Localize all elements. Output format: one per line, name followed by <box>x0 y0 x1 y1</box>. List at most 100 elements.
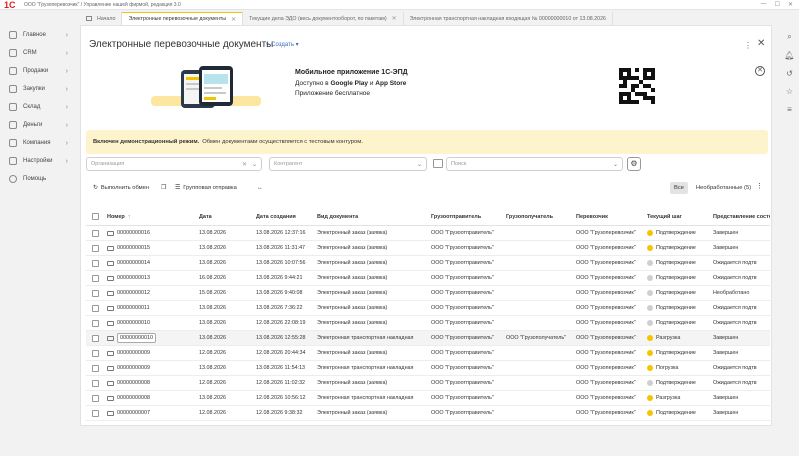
group-send-button[interactable]: ☰ Групповая отправка <box>175 182 237 194</box>
table-row[interactable]: 00000000014 13.08.2026 13.08.2026 10:07:56… <box>86 256 770 271</box>
sidebar-item-company[interactable]: Компания › <box>0 134 80 152</box>
hamburger-icon[interactable]: ≡ <box>787 105 792 114</box>
chevron-right-icon: › <box>65 157 68 165</box>
sidebar-item-crm[interactable]: CRM › <box>0 44 80 62</box>
tab-label: Электронная транспортная накладная входя… <box>409 15 606 22</box>
row-checkbox[interactable] <box>92 331 102 345</box>
row-checkbox[interactable] <box>92 316 102 330</box>
sidebar-item-settings[interactable]: Настройки › <box>0 152 80 170</box>
counterparty-field[interactable]: Контрагент ⌄ <box>269 157 427 171</box>
row-checkbox[interactable] <box>92 271 102 285</box>
settings-gear-icon[interactable]: ⚙ <box>627 157 641 171</box>
sidebar-item-main[interactable]: Главное › <box>0 26 80 44</box>
star-icon[interactable]: ☆ <box>786 87 793 96</box>
chevron-right-icon: › <box>65 85 68 93</box>
row-checkbox[interactable] <box>92 346 102 360</box>
create-button[interactable]: + Создать ▾ <box>266 41 299 48</box>
table-row[interactable]: 00000000009 12.08.2026 12.08.2026 20:44:34… <box>86 346 770 361</box>
google-play-link[interactable]: Google Play <box>330 80 368 87</box>
bell-icon[interactable]: 🔔︎ <box>784 51 794 60</box>
table-row[interactable]: 00000000007 12.08.2026 12.08.2026 9:38:32 Э… <box>86 406 770 421</box>
sidebar-item-purchases[interactable]: Закупки › <box>0 80 80 98</box>
close-icon[interactable]: ✕ <box>757 38 765 49</box>
organization-field[interactable]: Организация ✕ ⌄ <box>86 157 262 171</box>
row-checkbox[interactable] <box>92 286 102 300</box>
maximize-icon[interactable]: ☐ <box>775 1 780 8</box>
column-header[interactable]: Грузоотправитель <box>431 208 504 225</box>
row-checkbox[interactable] <box>92 241 102 255</box>
app-store-link[interactable]: App Store <box>375 80 406 87</box>
close-banner-icon[interactable]: ✕ <box>755 66 765 76</box>
sidebar-item-sales[interactable]: Продажи › <box>0 62 80 80</box>
cell-carrier: ООО "Грузоперевозчик" <box>576 380 636 386</box>
sidebar-item-money[interactable]: Деньги › <box>0 116 80 134</box>
column-header[interactable]: Перевозчик <box>576 208 646 225</box>
clear-icon[interactable]: ✕ <box>242 161 247 168</box>
more-icon[interactable]: ⋮ <box>744 41 752 50</box>
table-row[interactable]: 00000000011 13.08.2026 13.08.2026 7:36:22 Э… <box>86 301 770 316</box>
exchange-button[interactable]: ↻ Выполнить обмен <box>93 182 149 194</box>
organization-placeholder: Организация <box>91 161 125 167</box>
copy-button[interactable]: ❐ <box>161 182 166 194</box>
status-dot-icon <box>647 305 653 311</box>
column-header[interactable]: Текущий шаг <box>647 208 711 225</box>
tab-edo-tasks[interactable]: Текущие дела ЭДО (весь документооборот, … <box>243 12 404 25</box>
column-header[interactable]: Номер ↑ <box>107 208 197 225</box>
cell-date: 12.08.2026 <box>199 410 226 416</box>
sidebar-item-warehouse[interactable]: Склад › <box>0 98 80 116</box>
step-text: Погрузка <box>656 365 679 371</box>
table-row[interactable]: 00000000012 15.08.2026 13.08.2026 9:40:08 Э… <box>86 286 770 301</box>
column-header[interactable]: Грузополучатель <box>506 208 574 225</box>
close-window-icon[interactable]: ✕ <box>788 1 793 8</box>
row-checkbox[interactable] <box>92 226 102 240</box>
tab-transport-docs[interactable]: Электронные перевозочные документы ✕ <box>122 12 244 25</box>
search-options-icon[interactable]: ⌄ <box>613 161 618 168</box>
filter-unprocessed-button[interactable]: Необработанные (5) <box>696 182 751 194</box>
row-checkbox[interactable] <box>92 391 102 405</box>
step-text: Подтверждение <box>656 350 696 356</box>
close-tab-icon[interactable]: ✕ <box>392 15 397 22</box>
select-all-checkbox[interactable] <box>92 208 102 225</box>
column-header[interactable]: Дата <box>199 208 254 225</box>
cell-number: 00000000012 <box>107 286 197 300</box>
row-checkbox[interactable] <box>92 301 102 315</box>
tab-etn-incoming[interactable]: Электронная транспортная накладная входя… <box>404 12 613 25</box>
cell-sender: ООО "Грузоотправитель" <box>431 395 494 401</box>
document-icon <box>107 230 114 236</box>
search-input[interactable]: Поиск ⌄ <box>446 157 623 171</box>
filter-all-button[interactable]: Все <box>670 182 688 194</box>
table-row[interactable]: 00000000009 13.08.2026 13.08.2026 11:54:13… <box>86 361 770 376</box>
minimize-icon[interactable]: — <box>761 1 767 8</box>
table-row[interactable]: 00000000015 13.08.2026 13.08.2026 11:31:47… <box>86 241 770 256</box>
select-icon[interactable] <box>433 159 443 168</box>
row-checkbox[interactable] <box>92 361 102 375</box>
column-header[interactable]: Вид документа <box>317 208 429 225</box>
table-row[interactable]: 00000000008 12.08.2026 12.08.2026 11:02:32… <box>86 376 770 391</box>
tab-home[interactable]: Начало <box>80 12 123 25</box>
search-icon[interactable]: ⌕ <box>787 32 791 42</box>
close-tab-icon[interactable]: ✕ <box>231 16 236 23</box>
promo-banner: Мобильное приложение 1С-ЭПД Доступно в G… <box>141 62 781 116</box>
more-actions-icon[interactable]: ⋮ <box>756 182 763 190</box>
expand-button[interactable]: ↔ <box>257 182 263 194</box>
row-checkbox[interactable] <box>92 376 102 390</box>
row-checkbox[interactable] <box>92 256 102 270</box>
cell-step: Подтверждение <box>647 316 711 330</box>
qr-code-icon <box>619 68 655 104</box>
table-row[interactable]: 00000000010 13.08.2026 12.08.2026 22:08:19… <box>86 316 770 331</box>
status-area <box>0 426 799 456</box>
row-checkbox[interactable] <box>92 406 102 420</box>
chevron-down-icon[interactable]: ⌄ <box>417 161 422 168</box>
chevron-down-icon[interactable]: ⌄ <box>252 161 257 168</box>
history-icon[interactable]: ↺ <box>786 69 793 78</box>
document-icon <box>107 395 114 401</box>
table-row[interactable]: 00000000013 16.08.2026 13.08.2026 9:44:21 Э… <box>86 271 770 286</box>
table-row[interactable]: 00000000010 13.08.2026 13.08.2026 12:55:28… <box>86 331 770 346</box>
column-header[interactable]: Дата создания <box>256 208 314 225</box>
company-icon <box>9 139 17 147</box>
table-row[interactable]: 00000000016 13.08.2026 13.08.2026 12:37:16… <box>86 226 770 241</box>
column-header[interactable]: Представление состояния <box>713 208 770 225</box>
table-row[interactable]: 00000000008 13.08.2026 12.08.2026 10:56:12… <box>86 391 770 406</box>
sidebar-item-help[interactable]: Помощь <box>0 170 80 188</box>
cell-receiver <box>506 241 574 255</box>
